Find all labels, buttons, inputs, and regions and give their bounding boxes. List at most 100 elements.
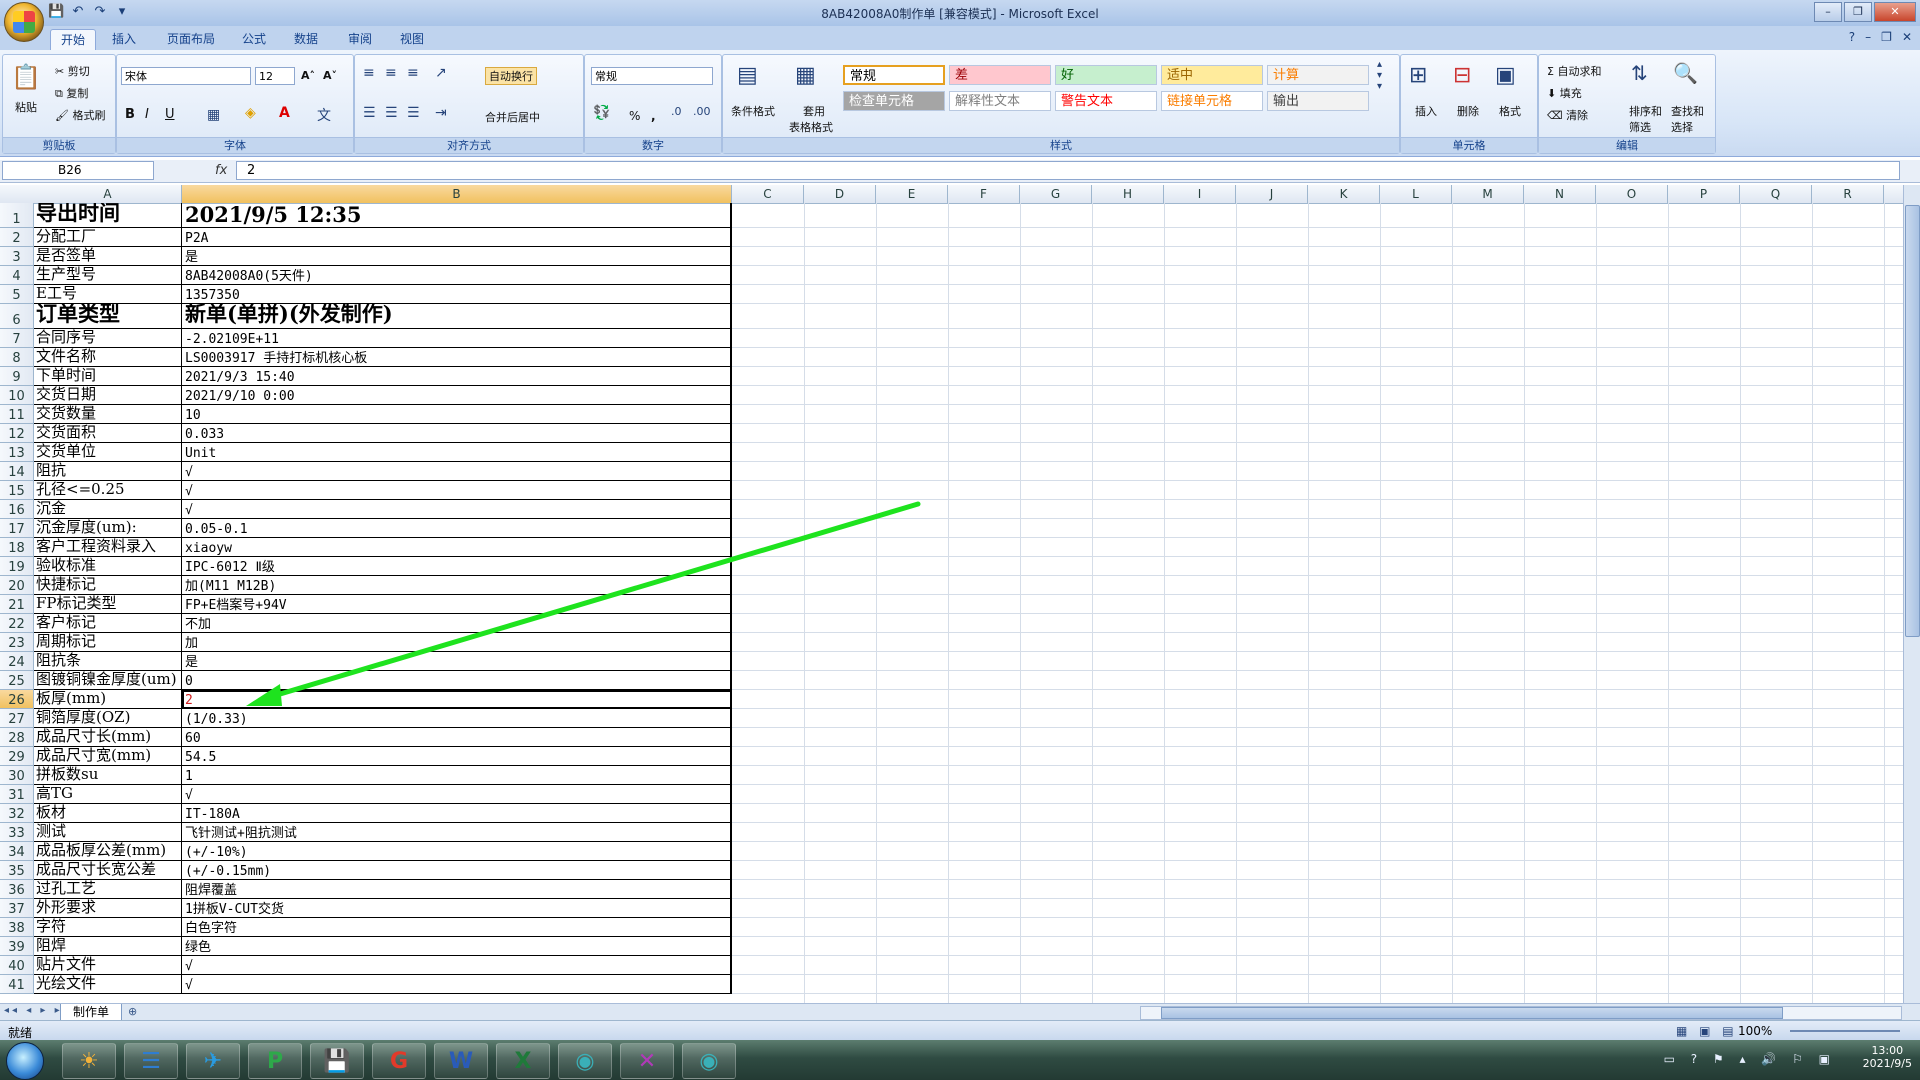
cut-button[interactable]: ✂ 剪切	[55, 63, 90, 79]
paste-icon[interactable]: 📋	[11, 63, 41, 93]
cell-style-1[interactable]: 差	[949, 65, 1051, 85]
start-button[interactable]	[6, 1042, 44, 1080]
row-header[interactable]: 26	[0, 690, 34, 709]
empty-cells[interactable]	[732, 956, 1904, 975]
row-header[interactable]: 30	[0, 766, 34, 785]
cell-b[interactable]: √	[182, 785, 732, 804]
empty-cells[interactable]	[732, 304, 1904, 329]
insert-cells-button[interactable]: 插入	[1415, 103, 1437, 119]
cell-b[interactable]: (+/-10%)	[182, 842, 732, 861]
insert-cells-icon[interactable]: ⊞	[1409, 63, 1427, 88]
empty-cells[interactable]	[732, 329, 1904, 348]
cell-b[interactable]: 新单(单拼)(外发制作)	[182, 304, 732, 329]
cell-b[interactable]: 2021/9/10 0:00	[182, 386, 732, 405]
sort-filter-button-line1[interactable]: 排序和	[1629, 103, 1662, 119]
clock-date[interactable]: 2021/9/5	[1863, 1057, 1912, 1070]
empty-cells[interactable]	[732, 538, 1904, 557]
clear-button[interactable]: ⌫ 清除	[1547, 107, 1588, 123]
find-select-button-line2[interactable]: 选择	[1671, 119, 1693, 135]
cell-b[interactable]: 8AB42008A0(5天件)	[182, 266, 732, 285]
ribbon-restore-icon[interactable]: ❐	[1881, 30, 1892, 44]
align-center-icon[interactable]: ☰	[385, 105, 398, 121]
empty-cells[interactable]	[732, 405, 1904, 424]
cell-a[interactable]: 高TG	[34, 785, 182, 804]
row-header[interactable]: 35	[0, 861, 34, 880]
empty-cells[interactable]	[732, 424, 1904, 443]
row-header[interactable]: 13	[0, 443, 34, 462]
merge-center-button[interactable]: 合并后居中	[485, 109, 540, 125]
phonetic-icon[interactable]: 文	[317, 105, 331, 125]
cell-b[interactable]: 1拼板V-CUT交货	[182, 899, 732, 918]
view-buttons[interactable]: ▦ ▣ ▤	[1676, 1024, 1738, 1038]
empty-cells[interactable]	[732, 247, 1904, 266]
row-header[interactable]: 31	[0, 785, 34, 804]
row-header[interactable]: 7	[0, 329, 34, 348]
empty-cells[interactable]	[732, 348, 1904, 367]
cell-a[interactable]: 测试	[34, 823, 182, 842]
row-header[interactable]: 10	[0, 386, 34, 405]
cell-a[interactable]: 验收标准	[34, 557, 182, 576]
column-header-e[interactable]: E	[876, 185, 948, 203]
plane-app-icon[interactable]: ✈	[186, 1043, 240, 1079]
conditional-format-button[interactable]: 条件格式	[731, 103, 775, 119]
row-header[interactable]: 1	[0, 203, 34, 228]
vertical-scrollbar[interactable]	[1903, 185, 1920, 1003]
table-format-button-line2[interactable]: 表格格式	[789, 119, 833, 135]
cell-b[interactable]: 60	[182, 728, 732, 747]
row-header[interactable]: 32	[0, 804, 34, 823]
row-header[interactable]: 41	[0, 975, 34, 994]
row-header[interactable]: 3	[0, 247, 34, 266]
paste-button[interactable]: 粘贴	[15, 99, 37, 115]
border-icon[interactable]: ▦	[207, 107, 220, 123]
cell-a[interactable]: 成品板厚公差(mm)	[34, 842, 182, 861]
percent-button[interactable]: %	[629, 109, 640, 123]
x-app-icon[interactable]: ✕	[620, 1043, 674, 1079]
cell-a[interactable]: E工号	[34, 285, 182, 304]
cell-b[interactable]: √	[182, 481, 732, 500]
row-header[interactable]: 9	[0, 367, 34, 386]
cell-a[interactable]: 订单类型	[34, 304, 182, 329]
row-header[interactable]: 6	[0, 304, 34, 329]
empty-cells[interactable]	[732, 690, 1904, 709]
empty-cells[interactable]	[732, 975, 1904, 994]
cell-a[interactable]: 合同序号	[34, 329, 182, 348]
column-header-d[interactable]: D	[804, 185, 876, 203]
empty-cells[interactable]	[732, 443, 1904, 462]
empty-cells[interactable]	[732, 557, 1904, 576]
comma-button[interactable]: ,	[651, 109, 656, 123]
font-name-select[interactable]: 宋体	[121, 67, 251, 85]
format-cells-icon[interactable]: ▣	[1495, 63, 1516, 88]
empty-cells[interactable]	[732, 823, 1904, 842]
empty-cells[interactable]	[732, 861, 1904, 880]
formula-input[interactable]: 2	[236, 161, 1900, 180]
clock-time[interactable]: 13:00	[1863, 1044, 1912, 1057]
column-header-n[interactable]: N	[1524, 185, 1596, 203]
empty-cells[interactable]	[732, 595, 1904, 614]
cell-b[interactable]: 0.05-0.1	[182, 519, 732, 538]
maximize-button[interactable]: ❐	[1844, 2, 1872, 22]
name-box[interactable]: B26	[2, 161, 154, 180]
cell-a[interactable]: FP标记类型	[34, 595, 182, 614]
cell-b[interactable]: √	[182, 975, 732, 994]
tab-page-layout[interactable]: 页面布局	[158, 29, 224, 50]
row-header[interactable]: 5	[0, 285, 34, 304]
sort-filter-button-line2[interactable]: 筛选	[1629, 119, 1651, 135]
row-header[interactable]: 34	[0, 842, 34, 861]
column-header-p[interactable]: P	[1668, 185, 1740, 203]
tab-formulas[interactable]: 公式	[234, 29, 274, 50]
insert-function-icon[interactable]: fx	[215, 163, 227, 178]
row-header[interactable]: 24	[0, 652, 34, 671]
cell-b[interactable]: 0	[182, 671, 732, 690]
zoom-level[interactable]: 100%	[1738, 1024, 1772, 1038]
cell-a[interactable]: 阻焊	[34, 937, 182, 956]
cell-b[interactable]: 绿色	[182, 937, 732, 956]
cell-a[interactable]: 板材	[34, 804, 182, 823]
column-header-b[interactable]: B	[182, 185, 732, 203]
zoom-slider[interactable]	[1790, 1030, 1900, 1032]
cell-a[interactable]: 交货日期	[34, 386, 182, 405]
fill-button[interactable]: ⬇ 填充	[1547, 85, 1582, 101]
cell-b[interactable]: FP+E档案号+94V	[182, 595, 732, 614]
cell-b[interactable]: 2	[182, 690, 732, 709]
empty-cells[interactable]	[732, 766, 1904, 785]
cell-b[interactable]: √	[182, 956, 732, 975]
